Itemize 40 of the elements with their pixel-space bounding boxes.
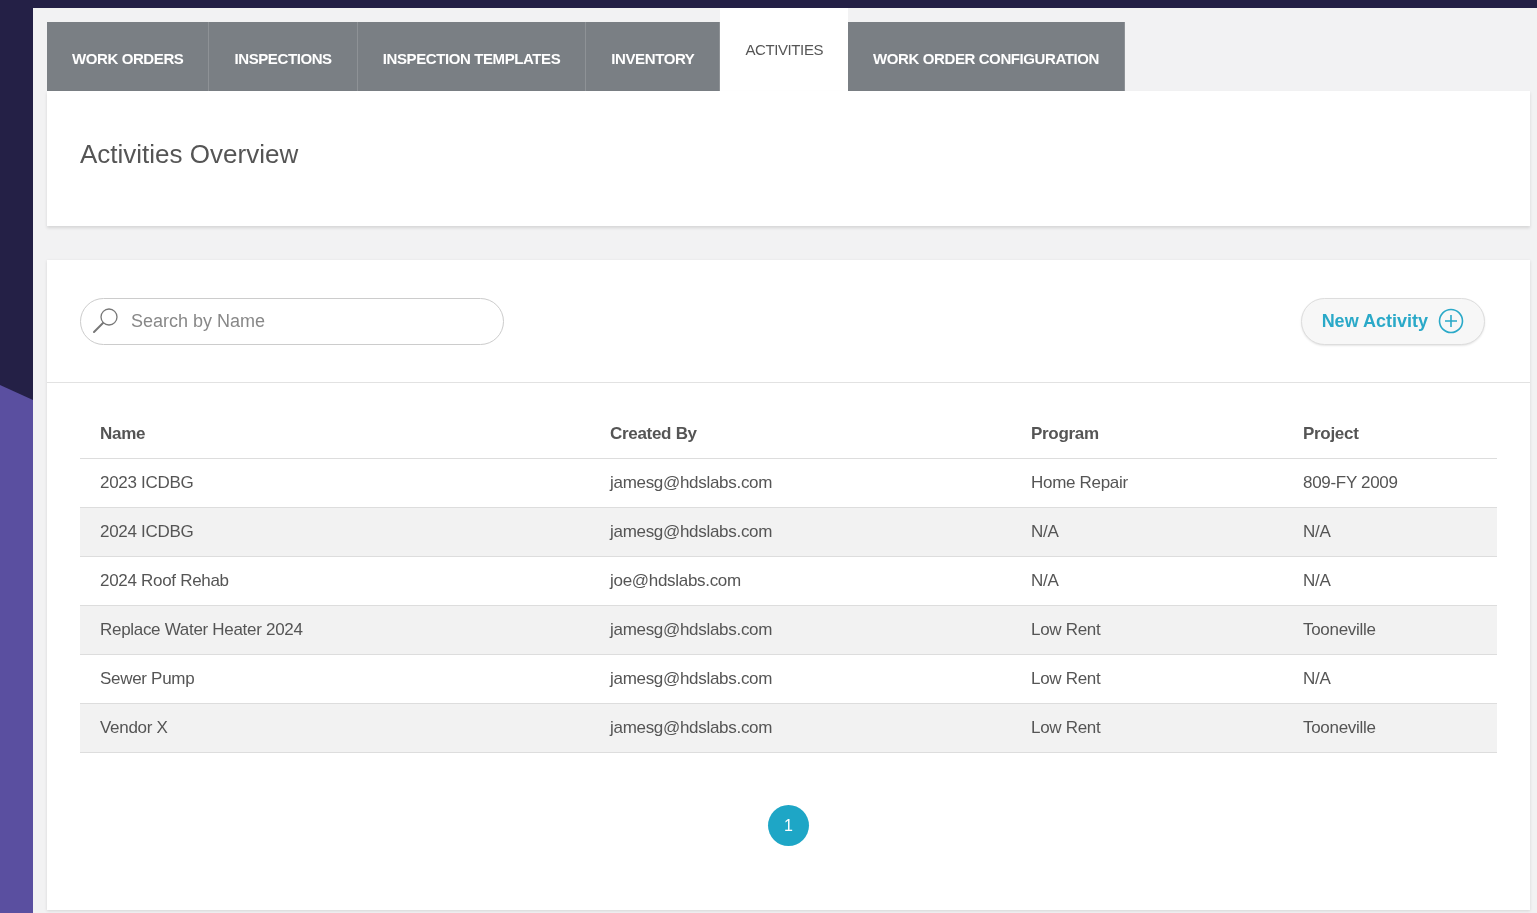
page-button[interactable]: 1 [768, 805, 809, 846]
table-cell: 809-FY 2009 [1283, 458, 1497, 508]
table-cell: 2024 ICDBG [80, 507, 590, 557]
table-cell: Replace Water Heater 2024 [80, 605, 590, 655]
table-cell: Vendor X [80, 703, 590, 753]
table-cell: jamesg@hdslabs.com [590, 507, 1011, 557]
table-cell: Low Rent [1011, 654, 1283, 704]
tab[interactable]: ACTIVITIES [720, 8, 849, 91]
table-cell: jamesg@hdslabs.com [590, 654, 1011, 704]
table-cell: 2023 ICDBG [80, 458, 590, 508]
table-cell: N/A [1283, 654, 1497, 704]
column-header: Program [1011, 409, 1283, 459]
table-cell: Home Repair [1011, 458, 1283, 508]
tab[interactable]: INVENTORY [586, 22, 721, 91]
table-cell: N/A [1283, 507, 1497, 557]
tab[interactable]: WORK ORDER CONFIGURATION [848, 22, 1126, 91]
column-header: Created By [590, 409, 1011, 459]
table-cell: jamesg@hdslabs.com [590, 703, 1011, 753]
table-cell: jamesg@hdslabs.com [590, 605, 1011, 655]
column-header: Project [1283, 409, 1497, 459]
search-icon [91, 306, 121, 336]
tab[interactable]: INSPECTIONS [209, 22, 358, 91]
table-cell: jamesg@hdslabs.com [590, 458, 1011, 508]
tab[interactable]: WORK ORDERS [47, 22, 210, 91]
column-header: Name [80, 409, 590, 459]
table-cell: Sewer Pump [80, 654, 590, 704]
table-cell: Tooneville [1283, 703, 1497, 753]
table-cell: N/A [1283, 556, 1497, 606]
plus-circle-icon [1438, 308, 1464, 334]
table-cell: Tooneville [1283, 605, 1497, 655]
tab[interactable]: INSPECTION TEMPLATES [357, 22, 587, 91]
table-cell: N/A [1011, 507, 1283, 557]
table-cell: Low Rent [1011, 605, 1283, 655]
new-activity-button[interactable]: New Activity [1300, 297, 1485, 345]
search-input[interactable]: Search by Name [129, 309, 503, 333]
table-cell: N/A [1011, 556, 1283, 606]
table-cell: joe@hdslabs.com [590, 556, 1011, 606]
table-cell: Low Rent [1011, 703, 1283, 753]
page-title: Activities Overview [80, 139, 299, 170]
table-cell: 2024 Roof Rehab [80, 556, 590, 606]
